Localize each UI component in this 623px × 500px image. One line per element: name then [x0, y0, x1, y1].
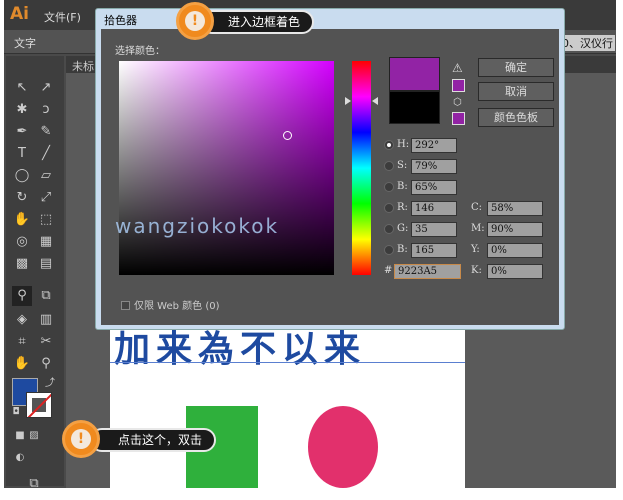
web-safe-color-swatch[interactable]: [452, 112, 465, 125]
selection-tool-icon[interactable]: ↖: [12, 78, 32, 98]
warp-tool-icon[interactable]: ✋: [12, 210, 32, 230]
s-radio[interactable]: [384, 161, 394, 171]
free-transform-icon[interactable]: ⬚: [36, 210, 56, 230]
m-input[interactable]: 90%: [487, 222, 543, 237]
select-color-label: 选择颜色：: [115, 46, 165, 57]
line-tool-icon[interactable]: ╱: [36, 144, 56, 164]
magic-wand-icon[interactable]: ✱: [12, 100, 32, 120]
callout-bottom-badge: !: [62, 420, 100, 458]
eraser-tool-icon[interactable]: ▱: [36, 166, 56, 186]
cancel-button[interactable]: 取消: [478, 82, 554, 101]
g-input[interactable]: 35: [411, 222, 457, 237]
h-input[interactable]: 292°: [411, 138, 457, 153]
callout-bottom-text: 点击这个，双击: [118, 433, 203, 447]
toolbox: ↖ ↗ ✱ ↄ ✒ ✎ T ╱ ◯ ▱ ↻ ⤢ ✋ ⬚ ◎ ▦ ▩ ▤ ⚲ ⧉ …: [6, 56, 64, 488]
hex-input[interactable]: 9223A5: [394, 264, 461, 279]
original-color-swatch[interactable]: [389, 91, 440, 124]
artboard-tool-icon[interactable]: ⌗: [12, 332, 32, 352]
s-input[interactable]: 79%: [411, 159, 457, 174]
perspective-icon[interactable]: ▦: [36, 232, 56, 252]
y-label: Y:: [471, 244, 480, 255]
lasso-icon[interactable]: ↄ: [36, 100, 56, 120]
c-label: C:: [471, 202, 483, 213]
hue-slider-handle-right[interactable]: [372, 97, 378, 105]
hue-slider[interactable]: [352, 61, 371, 275]
watermark: wangziokokok: [115, 214, 280, 238]
hue-slider-handle-left[interactable]: [345, 97, 351, 105]
web-only-checkbox[interactable]: 仅限 Web 颜色 (0): [121, 297, 220, 312]
shape-builder-icon[interactable]: ◎: [12, 232, 32, 252]
b-label: B:: [397, 181, 408, 192]
g-label: G:: [397, 223, 409, 234]
artboard[interactable]: 加来為不以来: [110, 328, 465, 488]
dialog-title: 拾色器: [104, 14, 137, 27]
pink-ellipse[interactable]: [308, 406, 378, 488]
slice-tool-icon[interactable]: ✂: [36, 332, 56, 352]
menu-file[interactable]: 文件(F): [44, 9, 81, 25]
stroke-swatch[interactable]: [26, 392, 52, 418]
dialog-body: 选择颜色： ⚠ ⬡ 确定 取消 颜色色板 H: 292° S: 79% B: 65% …: [101, 29, 559, 325]
blue-radio[interactable]: [384, 245, 394, 255]
hand-tool-icon[interactable]: ✋: [12, 354, 32, 374]
g-radio[interactable]: [384, 224, 394, 234]
default-colors-icon[interactable]: ◘: [6, 402, 26, 422]
k-input[interactable]: 0%: [487, 264, 543, 279]
zoom-tool-icon[interactable]: ⚲: [36, 354, 56, 374]
gamut-color-swatch[interactable]: [452, 79, 465, 92]
ellipse-tool-icon[interactable]: ◯: [12, 166, 32, 186]
draw-mode-icon[interactable]: ◐: [10, 448, 30, 468]
h-label: H:: [397, 139, 410, 150]
m-label: M:: [471, 223, 485, 234]
r-radio[interactable]: [384, 203, 394, 213]
gradient-mode-icon[interactable]: ▨: [24, 426, 44, 446]
text-baseline: [110, 362, 465, 363]
r-input[interactable]: 146: [411, 201, 457, 216]
k-label: K:: [471, 265, 482, 276]
direct-selection-tool-icon[interactable]: ↗: [36, 78, 56, 98]
new-color-swatch: [389, 57, 440, 91]
app-logo: Ai: [10, 4, 29, 24]
callout-top-badge: !: [176, 2, 214, 40]
b-input[interactable]: 65%: [411, 180, 457, 195]
callout-top: 进入边框着色: [200, 10, 315, 34]
y-input[interactable]: 0%: [487, 243, 543, 258]
h-radio[interactable]: [384, 140, 394, 150]
r-label: R:: [397, 202, 408, 213]
ok-button[interactable]: 确定: [478, 58, 554, 77]
screen-mode-icon[interactable]: ⧉: [24, 474, 44, 488]
gradient-tool-icon[interactable]: ▤: [36, 254, 56, 274]
swap-icon[interactable]: ⤴: [40, 374, 60, 394]
callout-top-text: 进入边框着色: [228, 15, 301, 29]
pen-tool-icon[interactable]: ✒: [12, 122, 32, 142]
mesh-tool-icon[interactable]: ▩: [12, 254, 32, 274]
b-radio[interactable]: [384, 182, 394, 192]
s-label: S:: [397, 160, 408, 171]
control-label: 文字: [14, 37, 36, 50]
scale-tool-icon[interactable]: ⤢: [36, 188, 56, 208]
checkbox-box[interactable]: [121, 301, 130, 310]
curvature-tool-icon[interactable]: ✎: [36, 122, 56, 142]
document-tab-label: 未标: [72, 60, 94, 73]
font-field[interactable]: 0、汉仪行: [560, 35, 615, 51]
graph-tool-icon[interactable]: ▥: [36, 310, 56, 330]
out-of-gamut-warning-icon[interactable]: ⚠: [452, 61, 463, 75]
blend-tool-icon[interactable]: ⧉: [36, 286, 56, 306]
blue-label: B:: [397, 244, 408, 255]
rotate-tool-icon[interactable]: ↻: [12, 188, 32, 208]
symbol-sprayer-icon[interactable]: ◈: [12, 310, 32, 330]
color-swatches-button[interactable]: 颜色色板: [478, 108, 554, 127]
callout-bottom: 点击这个，双击: [90, 428, 217, 452]
eyedropper-tool-icon[interactable]: ⚲: [12, 286, 32, 306]
type-tool-icon[interactable]: T: [12, 144, 32, 164]
c-input[interactable]: 58%: [487, 201, 543, 216]
color-field[interactable]: [119, 61, 334, 275]
exclamation-icon: !: [185, 11, 205, 31]
blue-input[interactable]: 165: [411, 243, 457, 258]
web-safe-warning-icon[interactable]: ⬡: [453, 97, 462, 108]
color-picker-dialog: 拾色器 选择颜色： ⚠ ⬡ 确定 取消 颜色色板 H: 292° S: 79% B:…: [95, 8, 565, 330]
web-only-label: 仅限 Web 颜色 (0): [134, 301, 220, 312]
color-field-marker[interactable]: [283, 131, 292, 140]
exclamation-icon: !: [71, 429, 91, 449]
hash-label: #: [384, 265, 393, 276]
